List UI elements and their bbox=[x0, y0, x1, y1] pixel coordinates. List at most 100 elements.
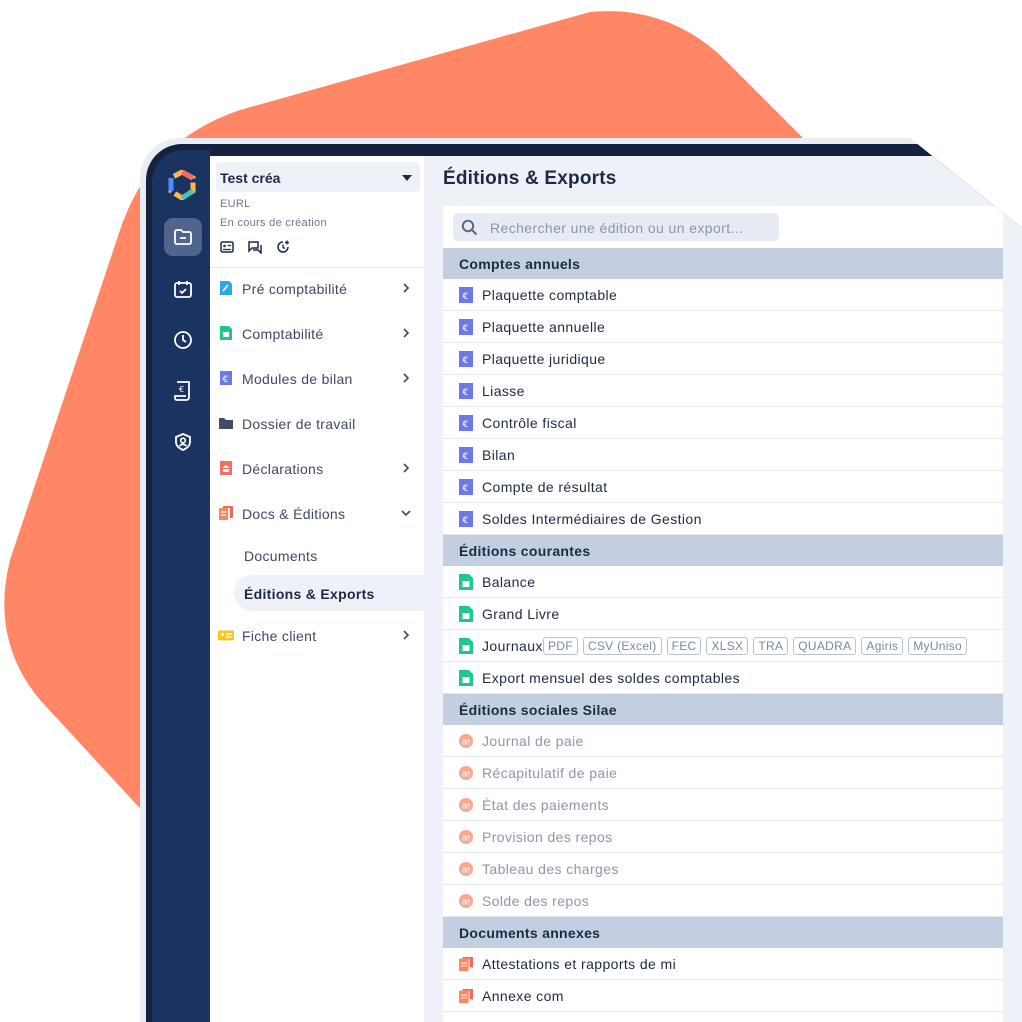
search-icon bbox=[461, 219, 478, 236]
sidebar-item-pre-comptabilite[interactable]: Pré comptabilité bbox=[210, 268, 424, 308]
svg-text:€: € bbox=[463, 324, 469, 334]
euro-document-icon: € bbox=[459, 319, 473, 335]
svg-text:€: € bbox=[463, 420, 469, 430]
green-document-icon bbox=[459, 574, 473, 590]
green-document-icon bbox=[459, 670, 473, 686]
sidebar-item-modules-de-bilan[interactable]: € Modules de bilan bbox=[210, 358, 424, 398]
svg-text:€: € bbox=[179, 385, 184, 394]
list-item[interactable]: € Soldes Intermédiaires de Gestion bbox=[443, 503, 1003, 535]
euro-document-icon: € bbox=[459, 447, 473, 463]
svg-text:æ: æ bbox=[462, 866, 471, 876]
contact-card-icon bbox=[218, 630, 234, 641]
chevron-right-icon bbox=[403, 630, 410, 640]
list-item[interactable]: æ Provision des repos bbox=[443, 821, 1003, 853]
silae-icon: æ bbox=[459, 766, 473, 780]
chevron-right-icon bbox=[403, 283, 410, 293]
list-item[interactable]: € Contrôle fiscal bbox=[443, 407, 1003, 439]
calendar-check-icon[interactable] bbox=[164, 270, 202, 308]
sidebar-item-declarations[interactable]: Déclarations bbox=[210, 448, 424, 488]
format-badge[interactable]: Agiris bbox=[861, 637, 904, 655]
euro-document-icon: € bbox=[459, 479, 473, 495]
chat-icon[interactable] bbox=[248, 240, 262, 254]
user-shield-icon[interactable] bbox=[164, 423, 202, 461]
organization-type: EURL bbox=[220, 198, 251, 210]
bank-document-icon bbox=[220, 461, 232, 475]
list-item[interactable]: € Plaquette juridique bbox=[443, 343, 1003, 375]
id-card-icon[interactable] bbox=[220, 240, 234, 254]
list-item[interactable]: Journaux PDF CSV (Excel) FEC XLSX TRA QU… bbox=[443, 630, 1003, 662]
chevron-right-icon bbox=[403, 463, 410, 473]
clock-icon[interactable] bbox=[164, 321, 202, 359]
organization-select[interactable]: Test créa bbox=[216, 162, 420, 192]
list-item[interactable]: Balance bbox=[443, 566, 1003, 598]
svg-text:€: € bbox=[463, 452, 469, 462]
silae-icon: æ bbox=[459, 734, 473, 748]
annex-document-icon bbox=[459, 957, 473, 971]
section-header: Éditions courantes bbox=[443, 535, 1003, 566]
annex-document-icon bbox=[459, 989, 473, 1003]
svg-text:€: € bbox=[463, 356, 469, 366]
calculator-document-icon bbox=[220, 326, 232, 340]
format-badge[interactable]: MyUniso bbox=[908, 637, 967, 655]
svg-text:æ: æ bbox=[462, 834, 471, 844]
section-header: Comptes annuels bbox=[443, 248, 1003, 279]
list-item[interactable]: € Bilan bbox=[443, 439, 1003, 471]
svg-text:æ: æ bbox=[462, 802, 471, 812]
silae-icon: æ bbox=[459, 862, 473, 876]
organization-actions bbox=[220, 240, 290, 254]
svg-text:æ: æ bbox=[462, 738, 471, 748]
svg-text:€: € bbox=[223, 375, 229, 385]
list-item[interactable]: æ État des paiements bbox=[443, 789, 1003, 821]
folder-icon bbox=[219, 418, 233, 429]
sidebar-item-comptabilite[interactable]: Comptabilité bbox=[210, 313, 424, 353]
silae-icon: æ bbox=[459, 798, 473, 812]
format-badge[interactable]: QUADRA bbox=[793, 637, 857, 655]
export-format-badges: PDF CSV (Excel) FEC XLSX TRA QUADRA Agir… bbox=[543, 637, 967, 655]
list-item[interactable]: æ Tableau des charges bbox=[443, 853, 1003, 885]
svg-text:€: € bbox=[463, 388, 469, 398]
list-item[interactable]: € Compte de résultat bbox=[443, 471, 1003, 503]
editions-panel: Rechercher une édition ou un export... C… bbox=[443, 206, 1003, 1022]
format-badge[interactable]: XLSX bbox=[706, 637, 749, 655]
history-icon[interactable] bbox=[276, 240, 290, 254]
format-badge[interactable]: TRA bbox=[753, 637, 789, 655]
receipt-euro-icon[interactable]: € bbox=[164, 372, 202, 410]
list-item[interactable]: æ Solde des repos bbox=[443, 885, 1003, 917]
list-item[interactable]: Grand Livre bbox=[443, 598, 1003, 630]
svg-text:æ: æ bbox=[462, 898, 471, 908]
list-item[interactable]: Export mensuel des soldes comptables bbox=[443, 662, 1003, 694]
format-badge[interactable]: CSV (Excel) bbox=[582, 637, 662, 655]
search-input[interactable]: Rechercher une édition ou un export... bbox=[453, 213, 779, 241]
list-item[interactable]: € Plaquette comptable bbox=[443, 279, 1003, 311]
app-logo-icon bbox=[168, 170, 196, 200]
format-badge[interactable]: PDF bbox=[543, 637, 578, 655]
search-placeholder: Rechercher une édition ou un export... bbox=[490, 220, 744, 236]
list-item[interactable]: æ Récapitulatif de paie bbox=[443, 757, 1003, 789]
sidebar-item-fiche-client[interactable]: Fiche client bbox=[210, 615, 424, 655]
docs-icon bbox=[219, 506, 233, 520]
icon-rail: € bbox=[152, 150, 210, 1022]
euro-document-icon: € bbox=[459, 383, 473, 399]
list-item[interactable]: Attestations et rapports de mi bbox=[443, 948, 1003, 980]
svg-text:æ: æ bbox=[462, 770, 471, 780]
page-title: Éditions & Exports bbox=[443, 168, 617, 189]
list-item[interactable]: € Plaquette annuelle bbox=[443, 311, 1003, 343]
format-badge[interactable]: FEC bbox=[666, 637, 702, 655]
chevron-right-icon bbox=[403, 373, 410, 383]
section-header: Éditions sociales Silae bbox=[443, 694, 1003, 725]
sidebar-subitem-editions-exports[interactable]: Éditions & Exports bbox=[234, 575, 424, 611]
sidebar-subitem-documents[interactable]: Documents bbox=[234, 537, 424, 573]
sidebar-item-docs-editions[interactable]: Docs & Éditions bbox=[210, 493, 424, 533]
sidebar-item-dossier-de-travail[interactable]: Dossier de travail bbox=[210, 403, 424, 443]
app-window: € Test créa EURL En cours de création Pr… bbox=[140, 138, 1022, 1022]
chevron-right-icon bbox=[403, 328, 410, 338]
svg-text:€: € bbox=[463, 516, 469, 526]
list-item[interactable]: Annexe com bbox=[443, 980, 1003, 1012]
list-item[interactable]: æ Journal de paie bbox=[443, 725, 1003, 757]
svg-text:€: € bbox=[463, 292, 469, 302]
euro-document-icon: € bbox=[459, 511, 473, 527]
euro-document-icon: € bbox=[220, 371, 232, 385]
folder-icon[interactable] bbox=[164, 218, 202, 256]
pen-document-icon bbox=[220, 281, 232, 295]
list-item[interactable]: € Liasse bbox=[443, 375, 1003, 407]
